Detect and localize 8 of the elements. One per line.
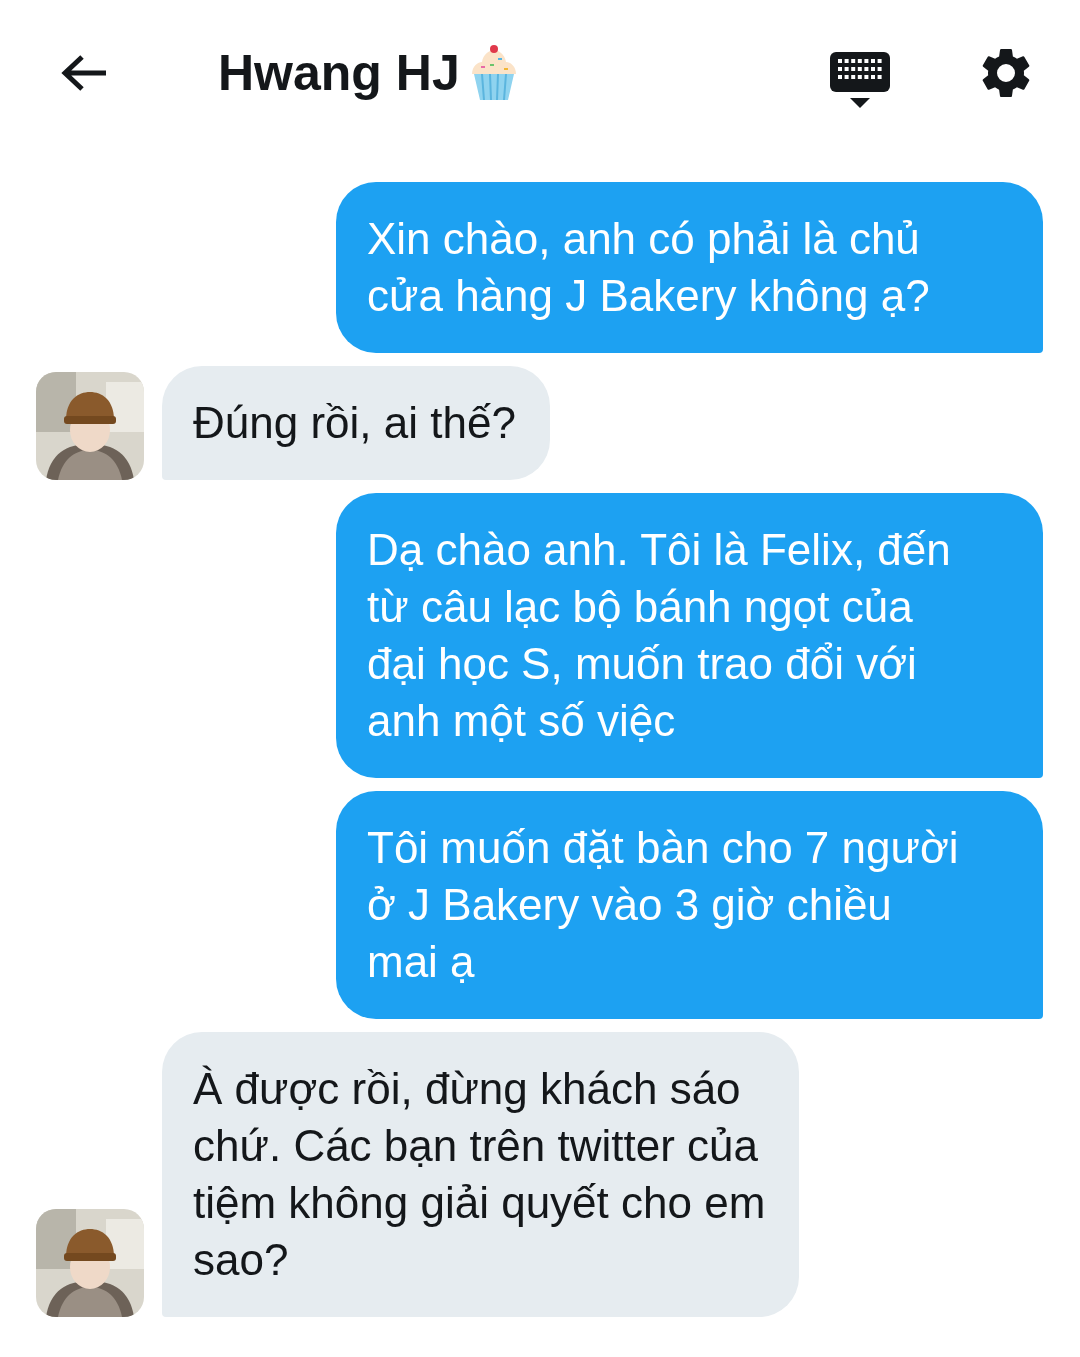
message-bubble: À được rồi, đừng khách sáo chứ. Các bạn trên twitter của tiệm không giải quyết cho em sao? — [162, 1032, 800, 1317]
chat-title: Hwang HJ — [218, 44, 460, 102]
message-bubble: Đúng rồi, ai thế? — [162, 366, 550, 480]
message-bubble: Dạ chào anh. Tôi là Felix, đến từ câu lạc bộ bánh ngọt của đại học S, muốn trao đổi với anh một số việc — [336, 493, 1043, 778]
message-bubble: Xin chào, anh có phải là chủ cửa hàng J Bakery không ạ? — [336, 182, 1043, 353]
back-arrow-icon[interactable] — [60, 53, 108, 93]
keyboard-icon[interactable] — [830, 50, 890, 110]
message-bubble: Tôi muốn đặt bàn cho 7 người ở J Bakery vào 3 giờ chiều mai ạ — [336, 791, 1043, 1019]
